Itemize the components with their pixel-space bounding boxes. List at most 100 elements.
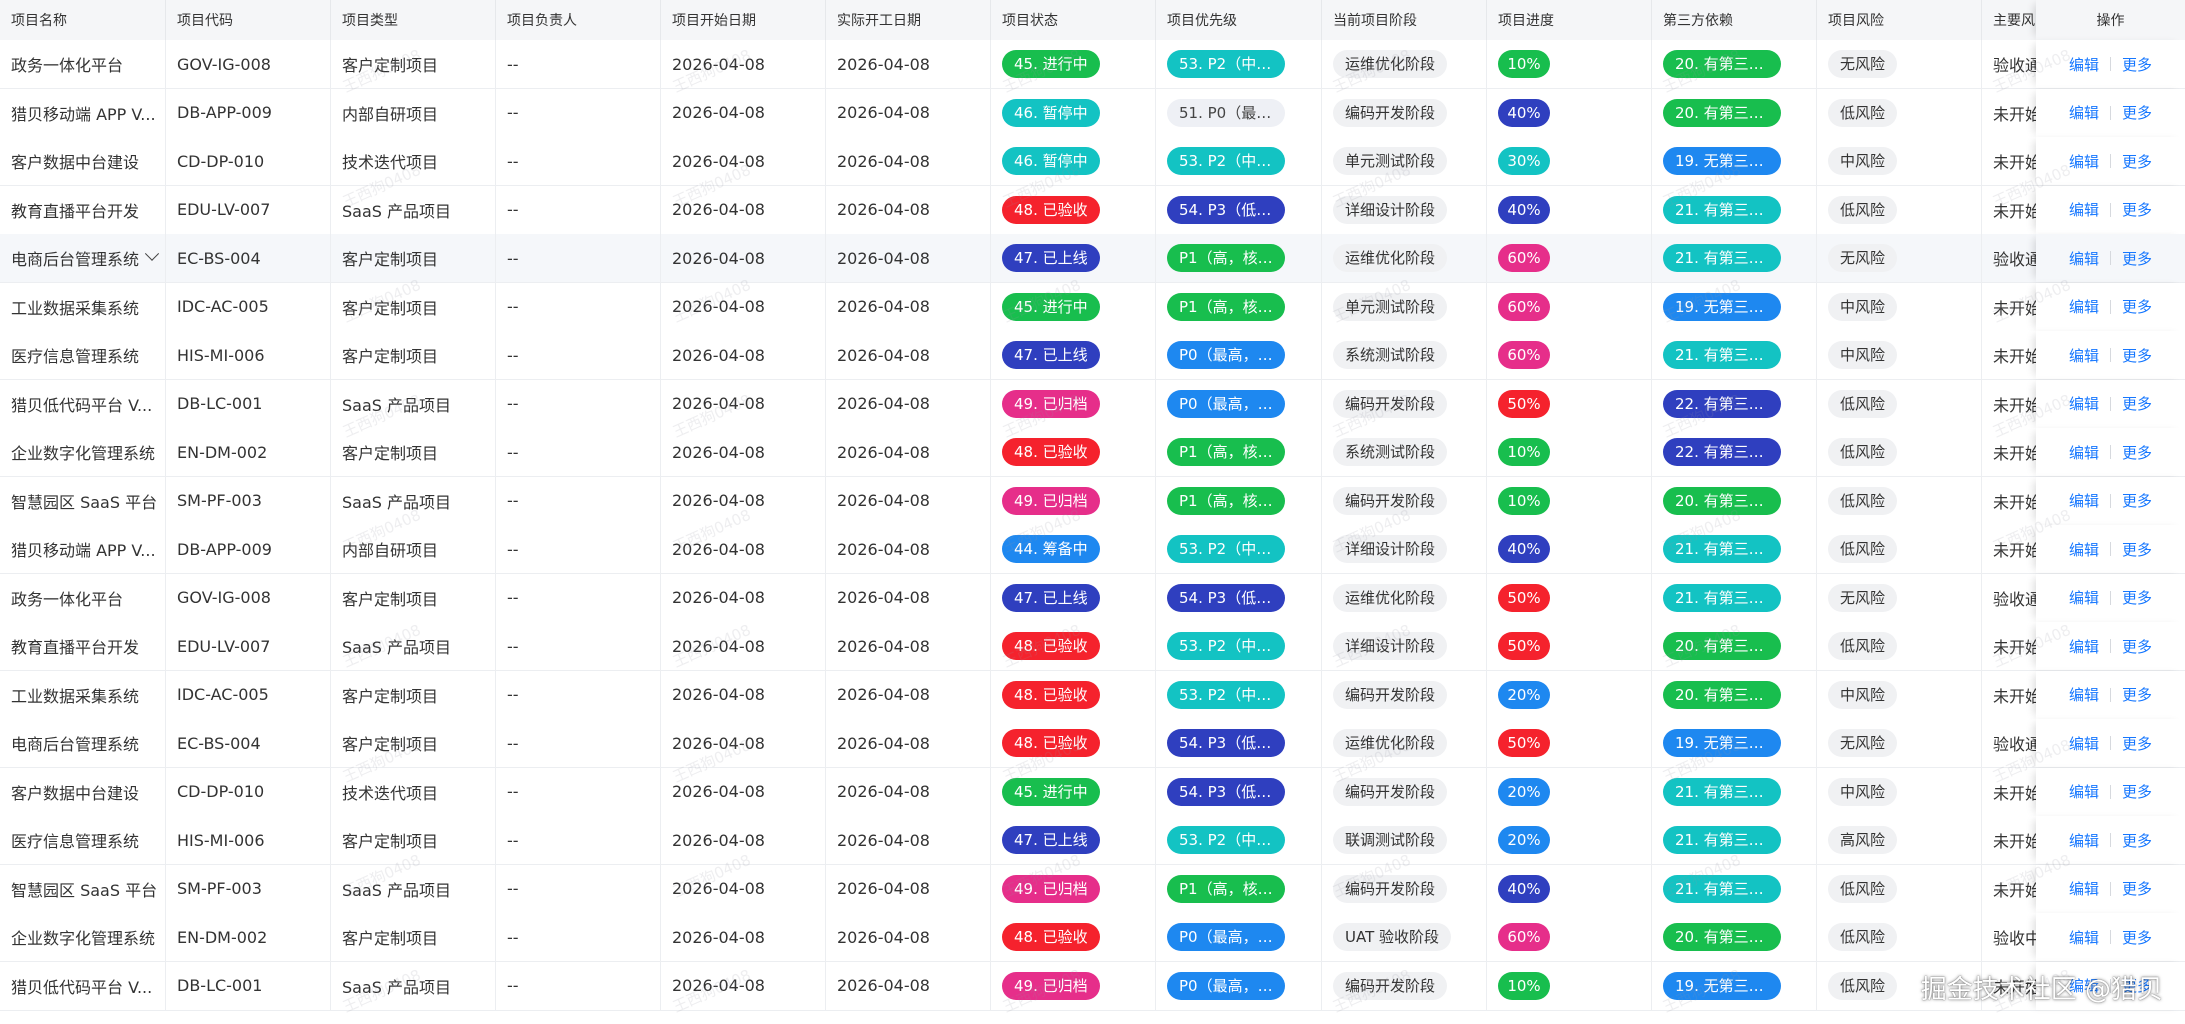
edit-link[interactable]: 编辑 <box>2069 781 2099 802</box>
edit-link[interactable]: 编辑 <box>2069 296 2099 317</box>
edit-link[interactable]: 编辑 <box>2069 927 2099 948</box>
row-actions: 编辑 更多 <box>2036 864 2185 913</box>
more-link[interactable]: 更多 <box>2122 975 2152 996</box>
cell-status: 48. 已验收 <box>991 913 1156 961</box>
edit-link[interactable]: 编辑 <box>2069 393 2099 414</box>
cell-project-code: EN-DM-002 <box>166 428 331 476</box>
risk-tag: 无风险 <box>1828 729 1898 757</box>
more-link[interactable]: 更多 <box>2122 199 2152 220</box>
table-row[interactable]: 政务一体化平台 GOV-IG-008 客户定制项目 -- 2026-04-08 2026-… <box>0 573 2185 623</box>
more-link[interactable]: 更多 <box>2122 684 2152 705</box>
header-project-name[interactable]: 项目名称 <box>0 0 166 40</box>
table-row[interactable]: 医疗信息管理系统 HIS-MI-006 客户定制项目 -- 2026-04-08 2026… <box>0 331 2185 380</box>
table-row[interactable]: 工业数据采集系统 IDC-AC-005 客户定制项目 -- 2026-04-08 2026… <box>0 282 2185 332</box>
more-link[interactable]: 更多 <box>2122 393 2152 414</box>
header-actual-date[interactable]: 实际开工日期 <box>826 0 991 40</box>
edit-link[interactable]: 编辑 <box>2069 733 2099 754</box>
header-dependency[interactable]: 第三方依赖 <box>1652 0 1817 40</box>
edit-link[interactable]: 编辑 <box>2069 102 2099 123</box>
cell-project-type-text: SaaS 产品项目 <box>342 977 452 997</box>
header-risk[interactable]: 项目风险 <box>1817 0 1982 40</box>
cell-project-code: EC-BS-004 <box>166 234 331 282</box>
edit-link[interactable]: 编辑 <box>2069 345 2099 366</box>
edit-link[interactable]: 编辑 <box>2069 490 2099 511</box>
cell-project-name-text: 企业数字化管理系统 <box>11 929 156 948</box>
table-row[interactable]: 教育直播平台开发 EDU-LV-007 SaaS 产品项目 -- 2026-04-08 2… <box>0 185 2185 235</box>
cell-priority: P0（最高，核... <box>1156 913 1322 961</box>
more-link[interactable]: 更多 <box>2122 781 2152 802</box>
more-link[interactable]: 更多 <box>2122 878 2152 899</box>
table-row[interactable]: 教育直播平台开发 EDU-LV-007 SaaS 产品项目 -- 2026-04-08 2… <box>0 622 2185 671</box>
stage-tag: 运维优化阶段 <box>1333 244 1448 272</box>
table-row[interactable]: 猎贝低代码平台 V... DB-LC-001 SaaS 产品项目 -- 2026-04-… <box>0 961 2185 1011</box>
more-link[interactable]: 更多 <box>2122 442 2152 463</box>
cell-progress: 10% <box>1487 428 1652 476</box>
table-row[interactable]: 政务一体化平台 GOV-IG-008 客户定制项目 -- 2026-04-08 2026-… <box>0 40 2185 89</box>
edit-link[interactable]: 编辑 <box>2069 830 2099 851</box>
more-link[interactable]: 更多 <box>2122 636 2152 657</box>
risk-tag: 低风险 <box>1828 632 1898 660</box>
edit-link[interactable]: 编辑 <box>2069 587 2099 608</box>
header-status[interactable]: 项目状态 <box>991 0 1156 40</box>
edit-link[interactable]: 编辑 <box>2069 878 2099 899</box>
more-link[interactable]: 更多 <box>2122 490 2152 511</box>
edit-link[interactable]: 编辑 <box>2069 539 2099 560</box>
cell-status: 49. 已归档 <box>991 379 1156 428</box>
more-link[interactable]: 更多 <box>2122 102 2152 123</box>
table-row[interactable]: 客户数据中台建设 CD-DP-010 技术迭代项目 -- 2026-04-08 2026-… <box>0 137 2185 186</box>
status-badge: 48. 已验收 <box>1002 923 1100 951</box>
table-row[interactable]: 电商后台管理系统 EC-BS-004 客户定制项目 -- 2026-04-08 2026-… <box>0 234 2185 283</box>
header-stage[interactable]: 当前项目阶段 <box>1322 0 1487 40</box>
table-row[interactable]: 工业数据采集系统 IDC-AC-005 客户定制项目 -- 2026-04-08 2026… <box>0 670 2185 720</box>
row-actions: 编辑 更多 <box>2036 719 2185 767</box>
edit-link[interactable]: 编辑 <box>2069 442 2099 463</box>
more-link[interactable]: 更多 <box>2122 927 2152 948</box>
stage-tag: 联调测试阶段 <box>1333 826 1448 854</box>
more-link[interactable]: 更多 <box>2122 151 2152 172</box>
more-link[interactable]: 更多 <box>2122 830 2152 851</box>
header-priority[interactable]: 项目优先级 <box>1156 0 1322 40</box>
chevron-down-icon[interactable] <box>144 246 160 261</box>
cell-project-name: 客户数据中台建设 <box>0 137 166 185</box>
header-project-owner[interactable]: 项目负责人 <box>496 0 661 40</box>
table-row[interactable]: 猎贝移动端 APP V... DB-APP-009 内部自研项目 -- 2026-04-… <box>0 88 2185 138</box>
more-link[interactable]: 更多 <box>2122 733 2152 754</box>
edit-link[interactable]: 编辑 <box>2069 684 2099 705</box>
cell-status: 48. 已验收 <box>991 622 1156 670</box>
more-link[interactable]: 更多 <box>2122 345 2152 366</box>
cell-project-owner-text: -- <box>507 394 519 413</box>
dependency-badge: 22. 有第三方服... <box>1663 438 1781 466</box>
cell-project-type-text: 客户定制项目 <box>342 56 439 75</box>
header-progress[interactable]: 项目进度 <box>1487 0 1652 40</box>
more-link[interactable]: 更多 <box>2122 54 2152 75</box>
header-project-type[interactable]: 项目类型 <box>331 0 496 40</box>
header-start-date[interactable]: 项目开始日期 <box>661 0 826 40</box>
table-row[interactable]: 智慧园区 SaaS 平台 SM-PF-003 SaaS 产品项目 -- 2026-04-… <box>0 476 2185 526</box>
cell-start-date: 2026-04-08 <box>661 719 826 767</box>
more-link[interactable]: 更多 <box>2122 539 2152 560</box>
table-row[interactable]: 企业数字化管理系统 EN-DM-002 客户定制项目 -- 2026-04-08 2026… <box>0 428 2185 477</box>
header-project-code[interactable]: 项目代码 <box>166 0 331 40</box>
table-row[interactable]: 猎贝低代码平台 V... DB-LC-001 SaaS 产品项目 -- 2026-04-… <box>0 379 2185 429</box>
cell-dependency: 21. 有第三方组... <box>1652 525 1817 573</box>
table-row[interactable]: 医疗信息管理系统 HIS-MI-006 客户定制项目 -- 2026-04-08 2026… <box>0 816 2185 865</box>
table-row[interactable]: 企业数字化管理系统 EN-DM-002 客户定制项目 -- 2026-04-08 2026… <box>0 913 2185 962</box>
cell-project-name: 猎贝移动端 APP V... <box>0 525 166 573</box>
cell-priority: P1（高，核心... <box>1156 234 1322 282</box>
table-row[interactable]: 智慧园区 SaaS 平台 SM-PF-003 SaaS 产品项目 -- 2026-04-… <box>0 864 2185 914</box>
more-link[interactable]: 更多 <box>2122 248 2152 269</box>
edit-link[interactable]: 编辑 <box>2069 54 2099 75</box>
edit-link[interactable]: 编辑 <box>2069 248 2099 269</box>
edit-link[interactable]: 编辑 <box>2069 636 2099 657</box>
table-row[interactable]: 客户数据中台建设 CD-DP-010 技术迭代项目 -- 2026-04-08 2026-… <box>0 767 2185 817</box>
table-row[interactable]: 电商后台管理系统 EC-BS-004 客户定制项目 -- 2026-04-08 2026-… <box>0 719 2185 768</box>
edit-link[interactable]: 编辑 <box>2069 975 2099 996</box>
priority-badge: P1（高，核心... <box>1167 874 1285 903</box>
cell-project-name-text: 企业数字化管理系统 <box>11 444 156 463</box>
cell-progress: 50% <box>1487 719 1652 767</box>
more-link[interactable]: 更多 <box>2122 296 2152 317</box>
table-row[interactable]: 猎贝移动端 APP V... DB-APP-009 内部自研项目 -- 2026-04-… <box>0 525 2185 574</box>
more-link[interactable]: 更多 <box>2122 587 2152 608</box>
edit-link[interactable]: 编辑 <box>2069 199 2099 220</box>
edit-link[interactable]: 编辑 <box>2069 151 2099 172</box>
